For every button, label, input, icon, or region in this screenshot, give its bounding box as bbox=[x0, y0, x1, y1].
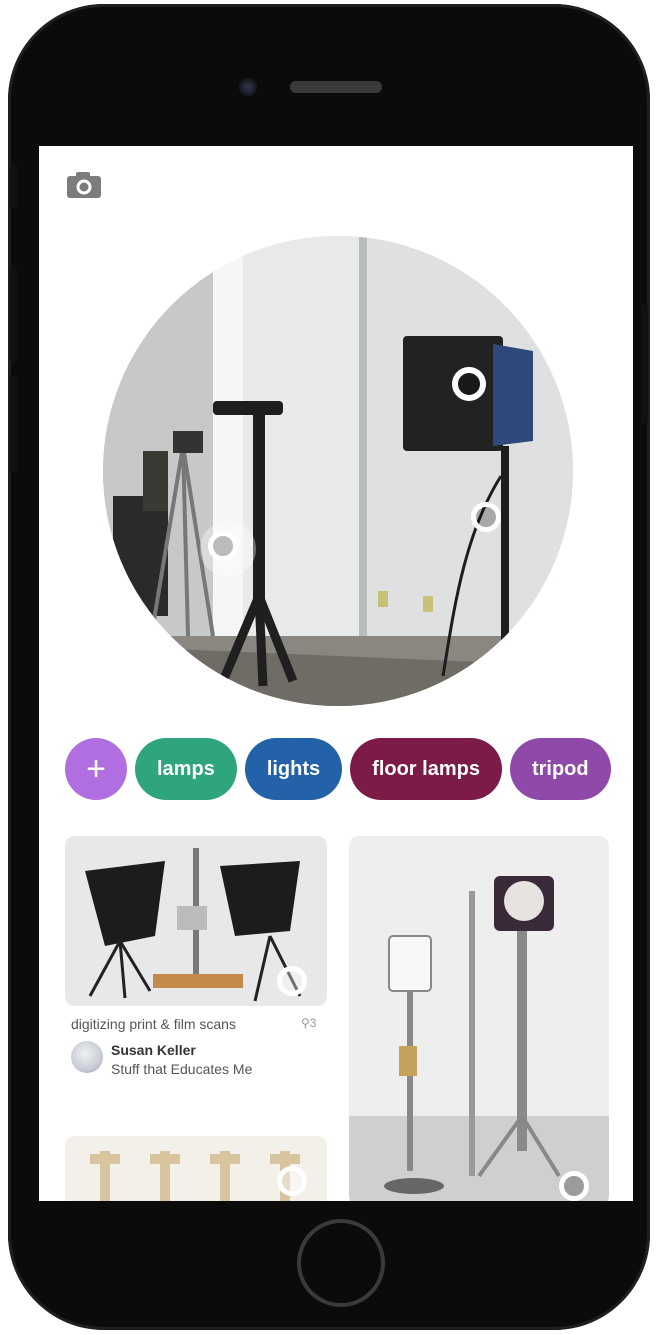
lens-dot-icon[interactable] bbox=[471, 502, 501, 532]
tag-chips: + lamps lights floor lamps tripod bbox=[65, 738, 633, 802]
lens-dot-icon[interactable] bbox=[277, 1166, 307, 1196]
screen: + lamps lights floor lamps tripod digiti… bbox=[39, 146, 633, 1201]
power-button bbox=[641, 304, 648, 424]
earpiece-speaker bbox=[290, 81, 382, 93]
pin-count: ⚲3 bbox=[301, 1016, 317, 1030]
pin-icon: ⚲ bbox=[301, 1016, 310, 1030]
avatar[interactable] bbox=[71, 1041, 103, 1073]
front-camera bbox=[239, 78, 257, 96]
phone-frame: + lamps lights floor lamps tripod digiti… bbox=[8, 4, 650, 1330]
pin-image[interactable] bbox=[65, 836, 327, 1006]
user-name[interactable]: Susan Keller bbox=[111, 1042, 196, 1058]
lens-dot-icon[interactable] bbox=[559, 1171, 589, 1201]
mute-switch bbox=[10, 164, 17, 208]
pin-image[interactable] bbox=[349, 836, 609, 1201]
pin-title: digitizing print & film scans bbox=[71, 1016, 236, 1032]
pin-image[interactable] bbox=[65, 1136, 327, 1201]
chip-lamps[interactable]: lamps bbox=[135, 738, 237, 800]
board-name[interactable]: Stuff that Educates Me bbox=[111, 1061, 252, 1077]
lens-dot-icon[interactable] bbox=[452, 367, 486, 401]
camera-icon[interactable] bbox=[65, 170, 103, 200]
chip-tripod[interactable]: tripod bbox=[509, 738, 611, 800]
chip-floor-lamps[interactable]: floor lamps bbox=[350, 738, 502, 800]
lens-dot-icon[interactable] bbox=[208, 531, 238, 561]
volume-down-button bbox=[10, 376, 17, 472]
home-button bbox=[297, 1219, 385, 1307]
lens-photo bbox=[103, 236, 573, 706]
chip-lights[interactable]: lights bbox=[244, 738, 343, 800]
volume-up-button bbox=[10, 266, 17, 362]
lens-dot-icon[interactable] bbox=[277, 966, 307, 996]
add-tag-button[interactable]: + bbox=[65, 738, 127, 800]
